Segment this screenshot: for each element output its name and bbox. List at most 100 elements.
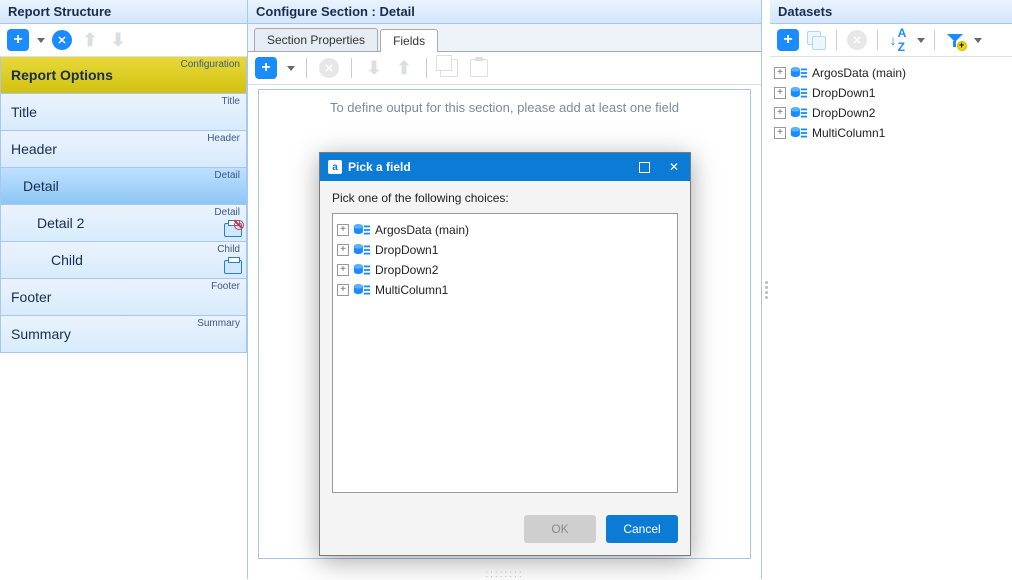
- dataset-item[interactable]: + ArgosData (main): [774, 63, 1008, 83]
- dialog-title-text: Pick a field: [348, 160, 411, 174]
- structure-item-label: Footer: [1, 279, 246, 315]
- duplicate-dataset-button[interactable]: [804, 28, 828, 52]
- choice-item[interactable]: + DropDown2: [337, 260, 673, 280]
- delete-section-button[interactable]: [50, 28, 74, 52]
- dialog-titlebar[interactable]: a Pick a field: [320, 153, 690, 181]
- database-icon: [353, 242, 371, 258]
- database-icon: [790, 85, 808, 101]
- ok-button[interactable]: OK: [524, 515, 596, 543]
- dataset-label: ArgosData (main): [375, 223, 469, 237]
- database-icon: [790, 105, 808, 121]
- dataset-label: DropDown1: [375, 243, 438, 257]
- structure-item-tag: Detail: [214, 207, 240, 218]
- tab-fields[interactable]: Fields: [380, 29, 438, 52]
- expand-icon[interactable]: +: [337, 244, 349, 256]
- dataset-label: ArgosData (main): [812, 66, 906, 80]
- fields-toolbar: [248, 52, 761, 85]
- structure-item-detail-2[interactable]: DetailDetail 2: [0, 204, 247, 242]
- database-icon: [790, 65, 808, 81]
- expand-icon[interactable]: +: [337, 224, 349, 236]
- structure-item-label: Detail 2: [1, 205, 246, 241]
- database-icon: [353, 222, 371, 238]
- copy-field-button[interactable]: [437, 56, 461, 80]
- expand-icon[interactable]: +: [774, 67, 786, 79]
- expand-icon[interactable]: +: [774, 87, 786, 99]
- structure-item-tag: Title: [221, 96, 240, 107]
- cancel-button[interactable]: Cancel: [606, 515, 678, 543]
- add-field-dropdown[interactable]: [284, 56, 296, 80]
- dataset-item[interactable]: + DropDown2: [774, 103, 1008, 123]
- fields-placeholder: To define output for this section, pleas…: [259, 90, 750, 125]
- sort-dataset-dropdown[interactable]: [914, 28, 926, 52]
- structure-item-label: Title: [1, 94, 246, 130]
- structure-item-tag: Footer: [211, 281, 240, 292]
- report-structure-toolbar: [0, 24, 247, 57]
- expand-icon[interactable]: +: [774, 107, 786, 119]
- expand-icon[interactable]: +: [337, 264, 349, 276]
- tab-section-properties[interactable]: Section Properties: [254, 28, 378, 51]
- vertical-resize-grip[interactable]: [762, 0, 770, 579]
- report-structure-title: Report Structure: [0, 0, 247, 24]
- paste-field-button[interactable]: [467, 56, 491, 80]
- structure-item-tag: Configuration: [181, 59, 240, 70]
- structure-item-tag: Summary: [197, 318, 240, 329]
- dialog-message: Pick one of the following choices:: [332, 191, 678, 205]
- structure-item-label: Child: [1, 242, 246, 278]
- dataset-label: DropDown1: [812, 86, 875, 100]
- resize-grip[interactable]: ::::::::: [248, 569, 761, 579]
- dataset-label: DropDown2: [375, 263, 438, 277]
- configure-section-panel: Configure Section : Detail Section Prope…: [248, 0, 762, 579]
- add-dataset-button[interactable]: [776, 28, 800, 52]
- structure-item-tag: Detail: [214, 170, 240, 181]
- structure-item-tag: Header: [207, 133, 240, 144]
- app-icon: a: [328, 160, 342, 174]
- dataset-label: MultiColumn1: [375, 283, 448, 297]
- structure-item-report-options[interactable]: ConfigurationReport Options: [0, 57, 247, 94]
- dataset-item[interactable]: + DropDown1: [774, 83, 1008, 103]
- filter-dataset-dropdown[interactable]: [971, 28, 983, 52]
- expand-icon[interactable]: +: [337, 284, 349, 296]
- structure-item-detail[interactable]: DetailDetail: [0, 167, 247, 205]
- pick-field-dialog: a Pick a field Pick one of the following…: [319, 152, 691, 556]
- structure-item-title[interactable]: TitleTitle: [0, 93, 247, 131]
- move-section-up-button[interactable]: [78, 28, 102, 52]
- choice-item[interactable]: + MultiColumn1: [337, 280, 673, 300]
- dataset-label: MultiColumn1: [812, 126, 885, 140]
- printer-icon[interactable]: [224, 260, 242, 274]
- dataset-label: DropDown2: [812, 106, 875, 120]
- add-field-button[interactable]: [254, 56, 278, 80]
- report-structure-panel: Report Structure ConfigurationReport Opt…: [0, 0, 248, 579]
- delete-dataset-button[interactable]: [845, 28, 869, 52]
- move-section-down-button[interactable]: [106, 28, 130, 52]
- structure-item-footer[interactable]: FooterFooter: [0, 278, 247, 316]
- close-icon[interactable]: [666, 159, 682, 175]
- choice-item[interactable]: + ArgosData (main): [337, 220, 673, 240]
- choice-item[interactable]: + DropDown1: [337, 240, 673, 260]
- add-section-dropdown[interactable]: [34, 28, 46, 52]
- database-icon: [353, 262, 371, 278]
- structure-item-child[interactable]: ChildChild: [0, 241, 247, 279]
- filter-dataset-button[interactable]: [943, 28, 967, 52]
- datasets-panel: Datasets ↓AZ + ArgosData (main) + DropDown1…: [770, 0, 1012, 579]
- database-icon: [353, 282, 371, 298]
- delete-field-button[interactable]: [317, 56, 341, 80]
- sort-dataset-button[interactable]: ↓AZ: [886, 28, 910, 52]
- move-field-up-button[interactable]: [392, 56, 416, 80]
- database-icon: [790, 125, 808, 141]
- fields-area: To define output for this section, pleas…: [258, 89, 751, 559]
- expand-icon[interactable]: +: [774, 127, 786, 139]
- add-section-button[interactable]: [6, 28, 30, 52]
- structure-item-label: Detail: [1, 168, 246, 204]
- dataset-item[interactable]: + MultiColumn1: [774, 123, 1008, 143]
- structure-item-tag: Child: [217, 244, 240, 255]
- configure-section-title: Configure Section : Detail: [248, 0, 761, 24]
- structure-item-summary[interactable]: SummarySummary: [0, 315, 247, 353]
- datasets-toolbar: ↓AZ: [770, 24, 1012, 57]
- printer-disabled-icon[interactable]: [224, 223, 242, 237]
- dialog-choice-list: + ArgosData (main) + DropDown1 + DropDown2 + Mu…: [332, 213, 678, 493]
- restore-icon[interactable]: [636, 159, 652, 175]
- structure-item-header[interactable]: HeaderHeader: [0, 130, 247, 168]
- move-field-down-button[interactable]: [362, 56, 386, 80]
- datasets-title: Datasets: [770, 0, 1012, 24]
- section-tabstrip: Section PropertiesFields: [248, 24, 761, 52]
